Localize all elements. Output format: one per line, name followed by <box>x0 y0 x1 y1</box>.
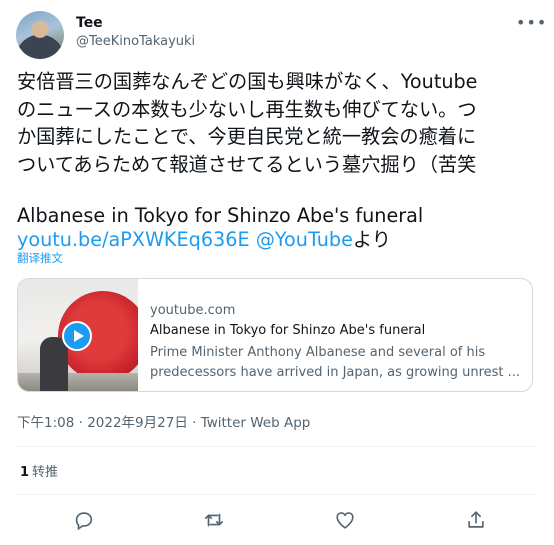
card-description: Prime Minister Anthony Albanese and seve… <box>150 343 520 383</box>
link-preview-card[interactable]: youtube.com Albanese in Tokyo for Shinzo… <box>17 278 533 392</box>
like-icon[interactable] <box>334 509 356 531</box>
author-display-name[interactable]: Tee <box>76 14 103 32</box>
tweet-line: ついてあらためて報道させてるという墓穴掘り（苦笑 <box>17 152 477 176</box>
translate-tweet-button[interactable]: 翻译推文 <box>17 251 63 265</box>
divider <box>16 494 538 495</box>
tweet-source: Twitter Web App <box>200 415 311 431</box>
tweet-time[interactable]: 下午1:08 <box>17 415 74 431</box>
tweet-date[interactable]: 2022年9月27日 <box>87 415 188 431</box>
card-thumbnail[interactable] <box>18 279 138 391</box>
card-description-line: predecessors have arrived in Japan, as g… <box>150 365 520 380</box>
link-line: youtu.be/aPXWKEq636E @YouTubeより <box>17 226 391 254</box>
youtube-mention-link[interactable]: @YouTube <box>256 228 353 251</box>
play-icon[interactable] <box>62 321 92 351</box>
tweet-line: か国葬にしたことで、今更自民党と統一教会の癒着に <box>17 125 477 148</box>
share-icon[interactable] <box>465 509 487 531</box>
author-handle[interactable]: @TeeKinoTakayuki <box>76 33 195 51</box>
tweet-line: のニュースの本数も少ないし再生数も伸びてない。つ <box>17 97 477 121</box>
retweet-icon[interactable] <box>203 509 225 531</box>
card-description-line: Prime Minister Anthony Albanese and seve… <box>150 345 486 360</box>
divider <box>16 446 538 447</box>
more-horizontal-icon[interactable]: ••• <box>516 14 546 32</box>
card-domain: youtube.com <box>150 303 236 318</box>
retweet-stats[interactable]: 1 转推 <box>20 464 58 482</box>
thumbnail-person <box>40 337 68 391</box>
card-title: Albanese in Tokyo for Shinzo Abe's funer… <box>150 323 426 338</box>
retweets-label: 转推 <box>32 465 59 480</box>
youtube-link[interactable]: youtu.be/aPXWKEq636E <box>17 228 250 251</box>
retweets-count: 1 <box>20 465 30 480</box>
thumbnail-ground <box>18 373 138 391</box>
reply-icon[interactable] <box>73 509 95 531</box>
link-suffix: より <box>352 228 391 251</box>
author-avatar[interactable] <box>16 11 64 59</box>
meta-separator: · <box>187 415 201 431</box>
tweet-text: 安倍晋三の国葬なんぞどの国も興味がなく、Youtube のニュースの本数も少ないし… <box>17 68 551 178</box>
meta-separator: · <box>74 415 88 431</box>
tweet-meta: 下午1:08 · 2022年9月27日 · Twitter Web App <box>17 414 310 432</box>
tweet-line: 安倍晋三の国葬なんぞどの国も興味がなく、Youtube <box>17 70 478 93</box>
